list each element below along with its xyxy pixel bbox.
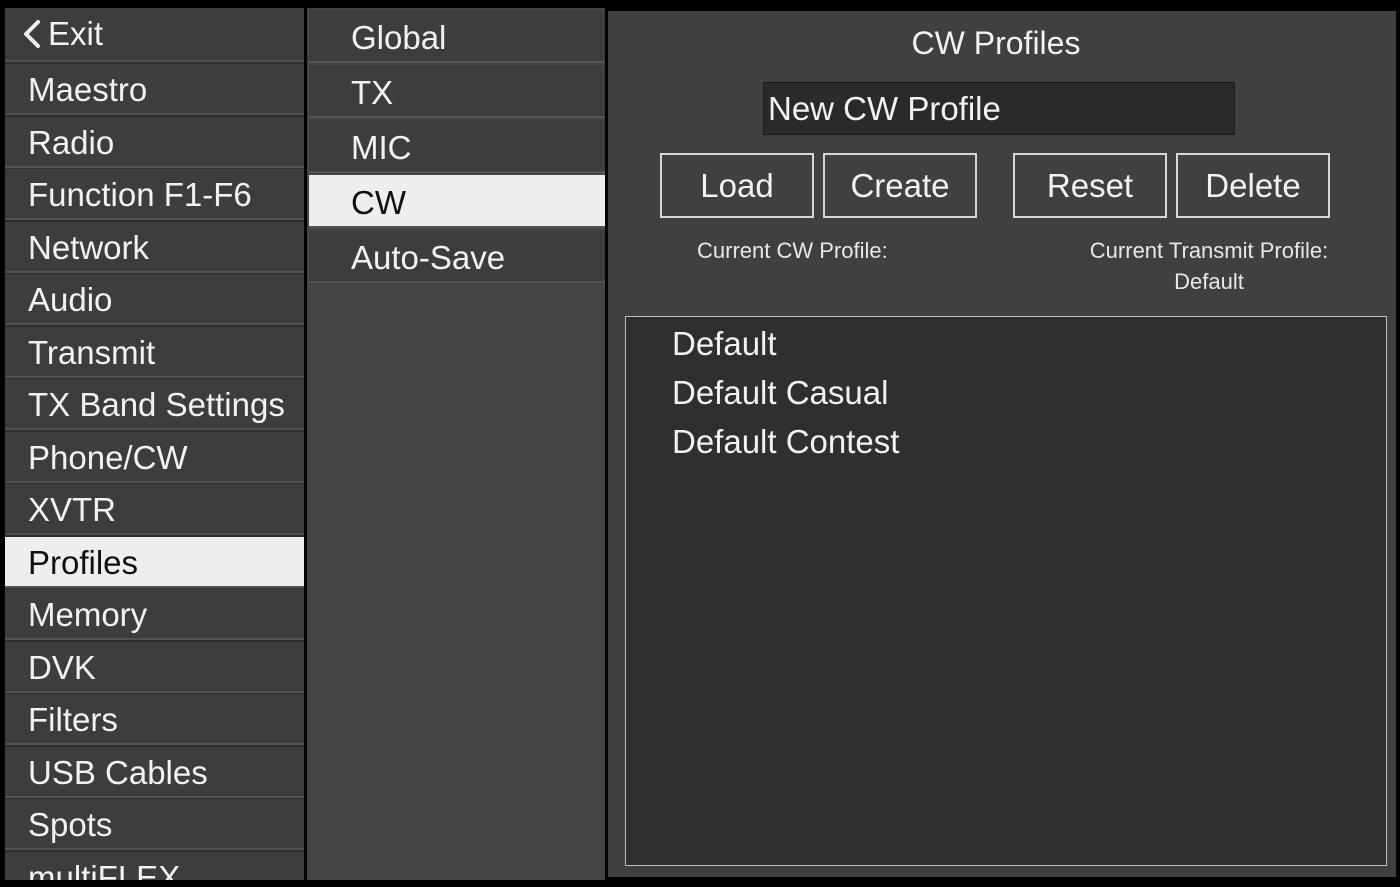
submenu-item-cw[interactable]: CW [309, 175, 605, 228]
current-transmit-profile-label: Current Transmit Profile: [1089, 238, 1329, 263]
profile-list[interactable]: Default Default Casual Default Contest [625, 316, 1387, 866]
sidebar-item-tx-band-settings[interactable]: TX Band Settings [5, 379, 304, 430]
panel-title: CW Profiles [911, 25, 1081, 61]
sidebar-item-memory[interactable]: Memory [5, 589, 304, 640]
sidebar-item-usb-cables[interactable]: USB Cables [5, 747, 304, 798]
delete-button[interactable]: Delete [1176, 153, 1330, 218]
sidebar-item-maestro[interactable]: Maestro [5, 64, 304, 115]
sidebar-item-transmit[interactable]: Transmit [5, 327, 304, 378]
profile-name-input[interactable] [763, 82, 1235, 135]
profiles-submenu: Global TX MIC CW Auto-Save [307, 8, 605, 880]
settings-sidebar: Exit Maestro Radio Function F1-F6 Networ… [5, 8, 304, 880]
sidebar-item-radio[interactable]: Radio [5, 117, 304, 168]
submenu-item-auto-save[interactable]: Auto-Save [309, 230, 605, 283]
sidebar-item-function-f1-f6[interactable]: Function F1-F6 [5, 169, 304, 220]
chevron-left-icon [24, 20, 40, 48]
sidebar-item-spots[interactable]: Spots [5, 799, 304, 850]
create-button[interactable]: Create [823, 153, 977, 218]
sidebar-item-audio[interactable]: Audio [5, 274, 304, 325]
settings-window: Exit Maestro Radio Function F1-F6 Networ… [0, 0, 1400, 887]
exit-button[interactable]: Exit [5, 8, 304, 62]
current-transmit-profile-value: Default [1174, 269, 1244, 294]
list-item[interactable]: Default Contest [672, 423, 899, 461]
list-item[interactable]: Default Casual [672, 374, 888, 412]
list-item[interactable]: Default [672, 325, 777, 363]
sidebar-item-network[interactable]: Network [5, 222, 304, 273]
reset-button[interactable]: Reset [1013, 153, 1167, 218]
current-cw-profile-label: Current CW Profile: [697, 238, 888, 263]
exit-label: Exit [48, 15, 104, 52]
submenu-item-tx[interactable]: TX [309, 65, 605, 118]
sidebar-item-multiflex[interactable]: multiFLEX [5, 852, 304, 880]
sidebar-item-phone-cw[interactable]: Phone/CW [5, 432, 304, 483]
sidebar-item-dvk[interactable]: DVK [5, 642, 304, 693]
submenu-item-global[interactable]: Global [309, 10, 605, 63]
cw-profiles-panel: CW Profiles Load Create Reset Delete Cur… [608, 11, 1396, 877]
sidebar-item-xvtr[interactable]: XVTR [5, 484, 304, 535]
sidebar-item-profiles[interactable]: Profiles [5, 537, 304, 588]
sidebar-item-filters[interactable]: Filters [5, 694, 304, 745]
load-button[interactable]: Load [660, 153, 814, 218]
submenu-item-mic[interactable]: MIC [309, 120, 605, 173]
